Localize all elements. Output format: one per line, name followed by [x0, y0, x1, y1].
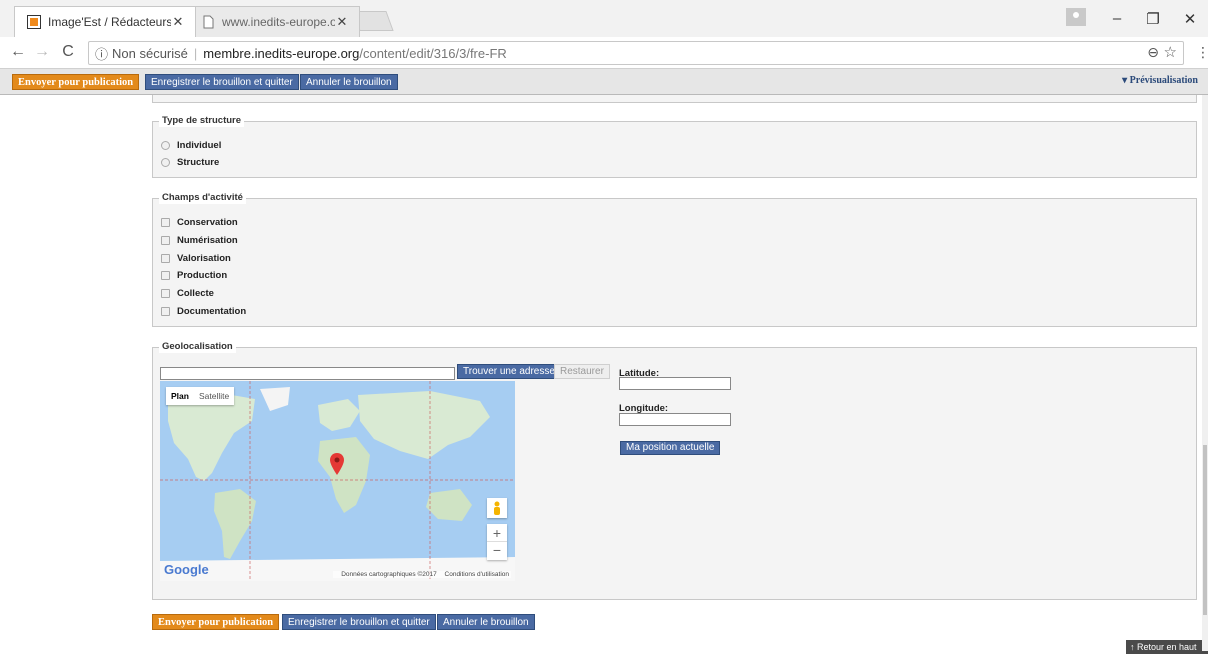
- checkbox[interactable]: [161, 254, 170, 263]
- bookmark-star-icon[interactable]: ☆: [1164, 43, 1177, 61]
- tab-close-icon[interactable]: ✕: [335, 14, 349, 30]
- minimize-icon[interactable]: –: [1102, 10, 1132, 27]
- reload-icon[interactable]: C: [58, 43, 78, 61]
- checkbox-valorisation[interactable]: Valorisation: [161, 253, 231, 264]
- address-separator: |: [193, 45, 198, 61]
- checkbox[interactable]: [161, 236, 170, 245]
- site-favicon-icon: [27, 15, 41, 29]
- map-marker-icon[interactable]: [330, 453, 344, 475]
- back-to-top-link[interactable]: ↑ Retour en haut: [1126, 640, 1208, 654]
- zoom-icon[interactable]: ⊖: [1147, 44, 1159, 61]
- editor-toolbar: Envoyer pour publication Enregistrer le …: [0, 69, 1208, 95]
- longitude-input[interactable]: [619, 413, 731, 426]
- google-logo: Google: [164, 562, 209, 577]
- forward-arrow-icon[interactable]: →: [32, 43, 52, 61]
- radio-structure[interactable]: Structure: [161, 157, 219, 168]
- page-icon: [203, 15, 214, 29]
- checkbox[interactable]: [161, 289, 170, 298]
- latitude-input[interactable]: [619, 377, 731, 390]
- publish-button-bottom[interactable]: Envoyer pour publication: [152, 614, 280, 630]
- publish-button[interactable]: Envoyer pour publication: [12, 74, 140, 90]
- checkbox-numerisation[interactable]: Numérisation: [161, 235, 238, 246]
- map-terms-link[interactable]: Conditions d'utilisation: [445, 571, 509, 578]
- profile-icon[interactable]: [1066, 8, 1086, 26]
- restore-button[interactable]: Restaurer: [554, 364, 610, 379]
- find-address-button[interactable]: Trouver une adresse: [457, 364, 561, 379]
- back-arrow-icon[interactable]: ←: [8, 43, 28, 61]
- save-draft-quit-button[interactable]: Enregistrer le brouillon et quitter: [145, 74, 299, 90]
- radio-individuel[interactable]: Individuel: [161, 140, 221, 151]
- navigation-bar: ← → C ⓘ Non sécurisé | membre.inedits-eu…: [0, 37, 1208, 69]
- checkbox-production[interactable]: Production: [161, 270, 227, 281]
- preview-toggle[interactable]: ▾ Prévisualisation: [1122, 75, 1198, 86]
- current-position-button[interactable]: Ma position actuelle: [620, 441, 721, 455]
- geolocation-legend: Geolocalisation: [159, 341, 236, 353]
- security-label: Non sécurisé: [112, 45, 188, 61]
- tab-title: www.inedits-europe.org/: [222, 15, 335, 29]
- structure-type-fieldset: Type de structure Individuel Structure: [152, 115, 1197, 178]
- checkbox-conservation[interactable]: Conservation: [161, 217, 238, 228]
- world-map-icon: [160, 381, 515, 581]
- close-window-icon[interactable]: ✕: [1175, 10, 1205, 28]
- url-path: /content/edit/316/3/fre-FR: [359, 45, 507, 61]
- map-data-credit: Données cartographiques ©2017: [341, 571, 437, 578]
- save-draft-quit-button-bottom[interactable]: Enregistrer le brouillon et quitter: [282, 614, 436, 630]
- scrollbar-thumb[interactable]: [1203, 445, 1207, 615]
- map-type-control: Plan Satellite: [166, 387, 235, 405]
- browser-menu-icon[interactable]: ⋮: [1196, 44, 1208, 61]
- cancel-draft-button-bottom[interactable]: Annuler le brouillon: [437, 614, 535, 630]
- map-attribution: Données cartographiques ©2017 Conditions…: [333, 571, 511, 578]
- zoom-control: + −: [487, 524, 507, 560]
- checkbox[interactable]: [161, 271, 170, 280]
- page-scrollbar[interactable]: [1202, 95, 1208, 651]
- checkbox[interactable]: [161, 218, 170, 227]
- checkbox[interactable]: [161, 307, 170, 316]
- cancel-draft-button[interactable]: Annuler le brouillon: [300, 74, 398, 90]
- radio-button[interactable]: [161, 141, 170, 150]
- info-icon[interactable]: ⓘ: [95, 44, 108, 63]
- tab-strip: Image'Est / Rédacteurs / ✕ www.inedits-e…: [0, 0, 1208, 37]
- checkbox-collecte[interactable]: Collecte: [161, 288, 214, 299]
- map-type-satellite[interactable]: Satellite: [194, 387, 234, 405]
- radio-button[interactable]: [161, 158, 170, 167]
- zoom-in-button[interactable]: +: [487, 524, 507, 542]
- activity-legend: Champs d'activité: [159, 192, 246, 204]
- restore-icon[interactable]: ❐: [1138, 10, 1168, 28]
- checkbox-documentation[interactable]: Documentation: [161, 306, 246, 317]
- map-type-plan[interactable]: Plan: [166, 387, 194, 405]
- activity-fieldset: Champs d'activité Conservation Numérisat…: [152, 192, 1197, 327]
- tab-close-icon[interactable]: ✕: [171, 14, 185, 30]
- geolocation-fieldset: Geolocalisation Trouver une adresse Rest…: [152, 341, 1197, 600]
- zoom-out-button[interactable]: −: [487, 542, 507, 560]
- previous-section: [152, 95, 1197, 103]
- tab-title: Image'Est / Rédacteurs /: [48, 15, 171, 29]
- address-bar[interactable]: ⓘ Non sécurisé | membre.inedits-europe.o…: [88, 41, 1184, 65]
- map-view[interactable]: Plan Satellite + − Google Données cartog…: [160, 381, 515, 581]
- street-view-pegman-icon[interactable]: [487, 498, 507, 518]
- structure-type-legend: Type de structure: [159, 115, 245, 127]
- tab-inedits-europe[interactable]: www.inedits-europe.org/ ✕: [188, 6, 360, 37]
- tab-image-est[interactable]: Image'Est / Rédacteurs / ✕: [14, 6, 196, 37]
- url-host: membre.inedits-europe.org: [203, 45, 360, 61]
- address-search-input[interactable]: [160, 367, 455, 380]
